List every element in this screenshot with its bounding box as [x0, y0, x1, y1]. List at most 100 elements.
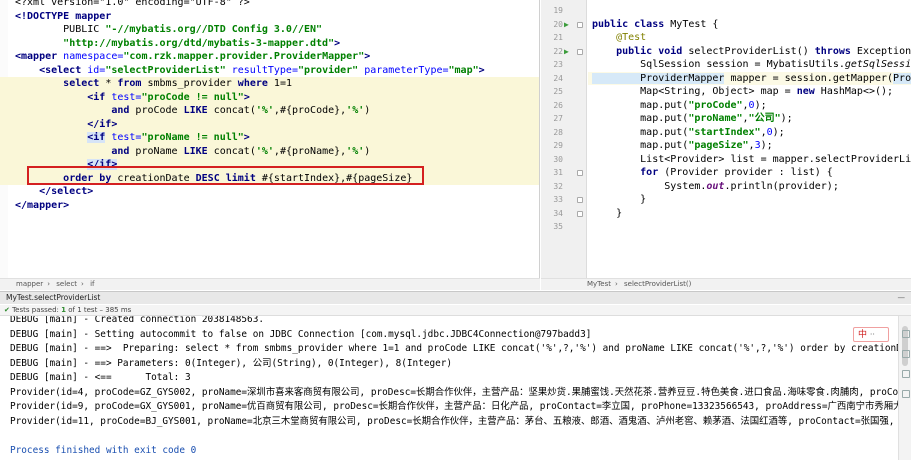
- java-token: mapper = session.getMapper(: [724, 72, 894, 84]
- java-editor[interactable]: 19 20 ▶ 21 22 ▶ 23 24 25 26 27 28 29 30 31 32 33 34 35 pub…: [541, 0, 911, 278]
- java-code-line[interactable]: Map<String, Object> map = new HashMap<>(…: [588, 85, 911, 99]
- xml-code-line[interactable]: <?xml version="1.0" encoding="UTF-8" ?>: [0, 0, 539, 10]
- fold-marker-icon[interactable]: [577, 170, 583, 176]
- xml-code-line[interactable]: <if test="proName != null">: [0, 131, 539, 145]
- java-code-line[interactable]: map.put("proName","公司");: [588, 112, 911, 126]
- java-code-line[interactable]: [588, 220, 911, 234]
- java-token: map.put(: [592, 126, 689, 138]
- console-line: DEBUG [main] - Created connection 203814…: [10, 316, 264, 325]
- java-token: map.put(: [592, 113, 689, 124]
- fold-marker-icon[interactable]: [577, 48, 583, 55]
- xml-breadcrumb[interactable]: mapper › select › if: [0, 278, 540, 290]
- fold-marker-icon[interactable]: [577, 210, 583, 217]
- ime-dots-icon: ··: [869, 330, 875, 339]
- console-line: DEBUG [main] - ==> Preparing: select * f…: [10, 343, 898, 354]
- xml-code-line[interactable]: <if test="proCode != null">: [0, 90, 539, 104]
- java-code-line[interactable]: for (Provider provider : list) {: [588, 166, 911, 180]
- xml-code-line[interactable]: <!DOCTYPE mapper: [0, 10, 539, 24]
- console-side-toolbar: [901, 316, 911, 460]
- java-breadcrumb[interactable]: MyTest › selectProviderList(): [541, 278, 911, 290]
- print-icon[interactable]: [902, 370, 910, 378]
- xml-token: from: [117, 78, 148, 89]
- line-number: 30: [553, 154, 563, 164]
- breadcrumb-item-mapper[interactable]: mapper: [16, 280, 43, 288]
- java-token: SqlSession session = MybatisUtils.: [592, 59, 845, 70]
- console-output[interactable]: DEBUG [main] - Created connection 203814…: [0, 316, 898, 460]
- line-number: 32: [553, 181, 563, 191]
- java-token: }: [592, 207, 623, 219]
- xml-code-line[interactable]: PUBLIC "-//mybatis.org//DTD Config 3.0//…: [0, 23, 539, 37]
- line-number: 21: [553, 33, 563, 42]
- xml-code-line[interactable]: </mapper>: [0, 199, 539, 213]
- java-code-line[interactable]: List<Provider> list = mapper.selectProvi…: [588, 153, 911, 167]
- xml-token: </mapper>: [15, 199, 70, 211]
- xml-code-line[interactable]: <mapper namespace="com.rzk.mapper.provid…: [0, 50, 539, 64]
- xml-code-line[interactable]: </select>: [0, 185, 539, 199]
- java-token: map.put(: [592, 99, 689, 111]
- java-code-line[interactable]: }: [588, 193, 911, 207]
- fold-marker-icon[interactable]: [577, 197, 583, 203]
- java-token: List<Provider> list = mapper.selectProvi…: [640, 153, 911, 165]
- java-token: .println(provider);: [724, 180, 839, 192]
- xml-token: LIKE: [183, 105, 214, 116]
- line-number: 24: [553, 73, 563, 83]
- xml-token: smbms_provider: [147, 78, 238, 89]
- xml-token: where: [237, 78, 274, 89]
- minimize-icon[interactable]: —: [898, 292, 906, 304]
- xml-code-line[interactable]: "http://mybatis.org/dtd/mybatis-3-mapper…: [0, 37, 539, 51]
- run-test-icon[interactable]: ▶: [564, 20, 573, 29]
- java-token: map.put(: [592, 140, 689, 151]
- xml-token: "com.rzk.mapper.provider.ProviderMapper": [123, 51, 365, 62]
- clear-all-icon[interactable]: [902, 390, 910, 398]
- xml-token: ): [364, 145, 371, 157]
- breadcrumb-item-select[interactable]: select: [56, 280, 77, 288]
- java-code-line[interactable]: map.put("pageSize",3);: [588, 139, 911, 153]
- soft-wrap-icon[interactable]: [902, 330, 910, 338]
- java-token: ProviderMapper: [592, 72, 725, 84]
- line-number: 19: [553, 6, 563, 15]
- xml-token: "map": [448, 64, 479, 76]
- java-code-line[interactable]: System.out.println(provider);: [588, 180, 911, 194]
- xml-code-line[interactable]: <select id="selectProviderList" resultTy…: [0, 64, 539, 78]
- xml-code-line[interactable]: select * from smbms_provider where 1=1: [0, 77, 539, 91]
- java-code-line[interactable]: public class MyTest {: [588, 18, 911, 32]
- fold-marker-icon[interactable]: [577, 21, 583, 28]
- java-code-line[interactable]: SqlSession session = MybatisUtils.getSql…: [588, 58, 911, 72]
- xml-token: >: [478, 64, 485, 76]
- breadcrumb-item-if[interactable]: if: [90, 280, 94, 288]
- java-token: "proName": [688, 113, 743, 124]
- ime-indicator[interactable]: 中 ··: [853, 327, 889, 342]
- run-tab-title[interactable]: MyTest.selectProviderList: [6, 293, 100, 302]
- xml-code-line[interactable]: </if>: [0, 117, 539, 131]
- status-suffix: of 1 test – 385 ms: [66, 306, 132, 314]
- xml-token: >: [243, 132, 250, 143]
- scroll-to-end-icon[interactable]: [902, 350, 910, 358]
- xml-code-line[interactable]: and proCode LIKE concat('%',#{proCode},'…: [0, 104, 539, 118]
- breadcrumb-item-class[interactable]: MyTest: [587, 280, 611, 288]
- xml-code-line[interactable]: and proName LIKE concat('%',#{proName},'…: [0, 144, 539, 158]
- java-code-line[interactable]: ProviderMapper mapper = session.getMappe…: [588, 71, 911, 85]
- run-test-icon[interactable]: ▶: [564, 47, 573, 56]
- java-code-line[interactable]: public void selectProviderList() throws …: [588, 45, 911, 59]
- java-code-line[interactable]: }: [588, 207, 911, 221]
- breadcrumb-item-method[interactable]: selectProviderList(): [624, 280, 691, 288]
- java-code-line[interactable]: map.put("startIndex",0);: [588, 126, 911, 140]
- run-tool-window-header[interactable]: MyTest.selectProviderList —: [0, 291, 911, 304]
- java-token: for: [592, 167, 665, 178]
- xml-token: *: [105, 78, 118, 89]
- java-code-line[interactable]: @Test: [588, 31, 911, 45]
- xml-token: "http://mybatis.org/dtd/mybatis-3-mapper…: [63, 37, 335, 49]
- java-code-line[interactable]: map.put("proCode",0);: [588, 99, 911, 113]
- java-token: "startIndex": [688, 126, 761, 138]
- java-gutter: 19 20 ▶ 21 22 ▶ 23 24 25 26 27 28 29 30 31 32 33 34 35: [541, 0, 587, 278]
- java-code-line[interactable]: [588, 4, 911, 18]
- xml-token: LIKE: [183, 145, 214, 157]
- xml-token: '%': [255, 105, 274, 116]
- java-token: }: [592, 194, 647, 205]
- xml-token: <select: [15, 64, 88, 76]
- console-line: Provider(id=4, proCode=GZ_GYS002, proNam…: [10, 386, 898, 398]
- java-token: selectProviderList(): [688, 45, 815, 57]
- xml-editor[interactable]: <?xml version="1.0" encoding="UTF-8" ?> <…: [0, 0, 540, 278]
- line-number: 26: [553, 100, 563, 110]
- xml-token: 1=1: [273, 78, 292, 89]
